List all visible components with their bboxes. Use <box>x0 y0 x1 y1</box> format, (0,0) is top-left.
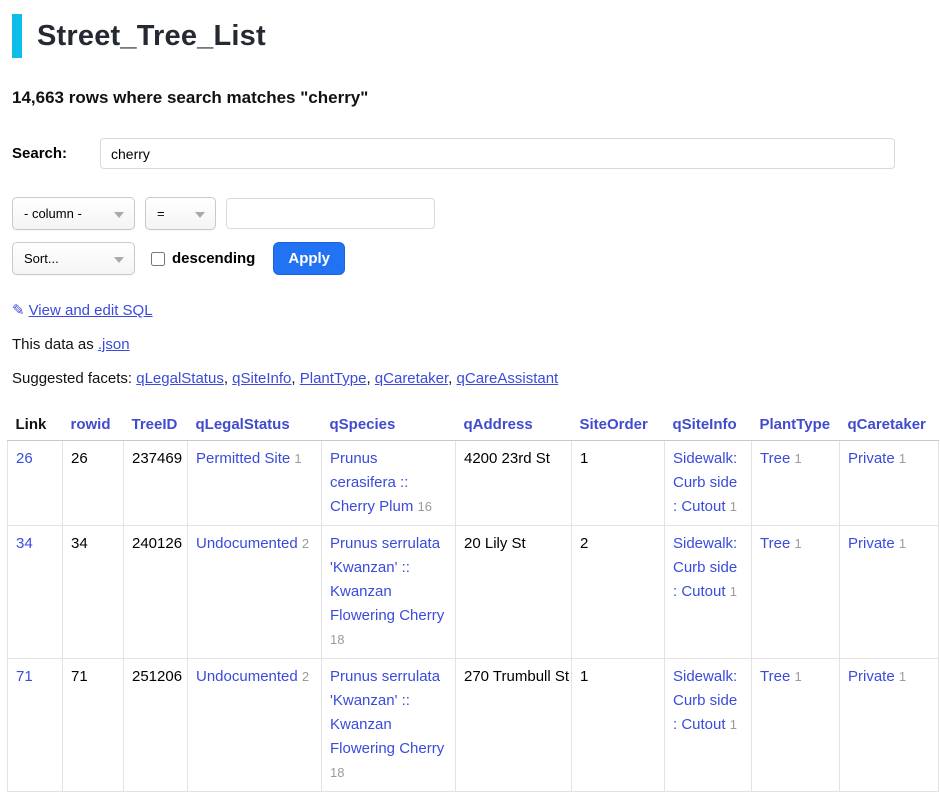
cell-siteorder: 1 <box>572 659 665 792</box>
page-header: Street_Tree_List <box>12 14 940 58</box>
results-table: Link rowid TreeID qLegalStatus qSpecies … <box>7 409 939 792</box>
facet-count: 1 <box>730 584 737 599</box>
col-header-qlegalstatus: qLegalStatus <box>188 409 322 441</box>
facet-count: 2 <box>302 536 309 551</box>
search-label: Search: <box>12 145 100 162</box>
cell-qcaretaker: Private 1 <box>840 659 939 792</box>
data-export-line: This data as .json <box>12 336 940 353</box>
row-link[interactable]: 71 <box>16 668 33 685</box>
facet-link-qcareassistant[interactable]: qCareAssistant <box>457 370 559 387</box>
cell-siteorder: 2 <box>572 526 665 659</box>
operator-select[interactable]: = <box>145 197 216 230</box>
json-link[interactable]: .json <box>98 336 130 353</box>
row-link[interactable]: 34 <box>16 535 33 552</box>
col-header-treeid: TreeID <box>124 409 188 441</box>
facet-count: 18 <box>330 765 344 780</box>
facet-count: 16 <box>418 499 432 514</box>
facet-count: 1 <box>730 717 737 732</box>
table-header-row: Link rowid TreeID qLegalStatus qSpecies … <box>8 409 939 441</box>
sql-line: ✎View and edit SQL <box>12 301 940 319</box>
row-count-summary: 14,663 rows where search matches "cherry… <box>12 88 940 108</box>
cell-link: 71 <box>8 659 63 792</box>
facet-link-qcaretaker[interactable]: qCaretaker <box>375 370 448 387</box>
col-header-qsiteinfo: qSiteInfo <box>665 409 752 441</box>
facet-count: 1 <box>899 536 906 551</box>
cell-planttype: Tree 1 <box>752 659 840 792</box>
table-row: 34 34 240126 Undocumented 2 Prunus serru… <box>8 526 939 659</box>
operator-select-value: = <box>157 206 165 221</box>
column-select-value: - column - <box>24 206 82 221</box>
accent-bar <box>12 14 22 58</box>
page-title: Street_Tree_List <box>37 20 266 53</box>
suggested-facets: Suggested facets: qLegalStatus, qSiteInf… <box>12 370 940 387</box>
cell-qaddress: 4200 23rd St <box>456 441 572 526</box>
facet-count: 2 <box>302 669 309 684</box>
cell-rowid: 34 <box>63 526 124 659</box>
cell-qsiteinfo: Sidewalk: Curb side : Cutout 1 <box>665 659 752 792</box>
cell-qspecies: Prunus serrulata 'Kwanzan' :: Kwanzan Fl… <box>322 659 456 792</box>
cell-planttype: Tree 1 <box>752 441 840 526</box>
col-header-planttype: PlantType <box>752 409 840 441</box>
chevron-down-icon <box>195 212 205 218</box>
cell-treeid: 251206 <box>124 659 188 792</box>
facet-count: 1 <box>794 669 801 684</box>
facet-count: 18 <box>330 632 344 647</box>
cell-planttype: Tree 1 <box>752 526 840 659</box>
row-link[interactable]: 26 <box>16 450 33 467</box>
col-header-qspecies: qSpecies <box>322 409 456 441</box>
cell-qspecies: Prunus cerasifera :: Cherry Plum 16 <box>322 441 456 526</box>
chevron-down-icon <box>114 212 124 218</box>
cell-link: 26 <box>8 441 63 526</box>
cell-qaddress: 20 Lily St <box>456 526 572 659</box>
col-header-rowid: rowid <box>63 409 124 441</box>
cell-qsiteinfo: Sidewalk: Curb side : Cutout 1 <box>665 441 752 526</box>
col-header-link: Link <box>8 409 63 441</box>
descending-label: descending <box>172 250 255 267</box>
search-row: Search: <box>12 138 940 169</box>
facet-count: 1 <box>899 669 906 684</box>
filter-row: - column - = <box>12 197 940 230</box>
cell-qlegalstatus: Permitted Site 1 <box>188 441 322 526</box>
facet-count: 1 <box>794 536 801 551</box>
cell-qcaretaker: Private 1 <box>840 526 939 659</box>
cell-treeid: 237469 <box>124 441 188 526</box>
cell-qsiteinfo: Sidewalk: Curb side : Cutout 1 <box>665 526 752 659</box>
cell-treeid: 240126 <box>124 526 188 659</box>
cell-siteorder: 1 <box>572 441 665 526</box>
data-as-prefix: This data as <box>12 336 98 353</box>
sort-row: Sort... descending Apply <box>12 242 940 275</box>
facets-prefix: Suggested facets: <box>12 370 136 387</box>
facet-count: 1 <box>294 451 301 466</box>
view-edit-sql-link[interactable]: View and edit SQL <box>29 302 153 319</box>
cell-qlegalstatus: Undocumented 2 <box>188 526 322 659</box>
cell-qaddress: 270 Trumbull St <box>456 659 572 792</box>
cell-qlegalstatus: Undocumented 2 <box>188 659 322 792</box>
cell-qcaretaker: Private 1 <box>840 441 939 526</box>
sort-select[interactable]: Sort... <box>12 242 135 275</box>
facet-link-planttype[interactable]: PlantType <box>300 370 367 387</box>
cell-rowid: 26 <box>63 441 124 526</box>
facet-link-qsiteinfo[interactable]: qSiteInfo <box>232 370 291 387</box>
col-header-qcaretaker: qCaretaker <box>840 409 939 441</box>
facet-count: 1 <box>730 499 737 514</box>
chevron-down-icon <box>114 257 124 263</box>
facet-count: 1 <box>794 451 801 466</box>
column-select[interactable]: - column - <box>12 197 135 230</box>
cell-link: 34 <box>8 526 63 659</box>
facet-link-qlegalstatus[interactable]: qLegalStatus <box>136 370 224 387</box>
pencil-icon: ✎ <box>12 302 25 319</box>
col-header-qaddress: qAddress <box>456 409 572 441</box>
descending-checkbox[interactable] <box>151 252 165 266</box>
sort-select-value: Sort... <box>24 251 59 266</box>
col-header-siteorder: SiteOrder <box>572 409 665 441</box>
filter-value-input[interactable] <box>226 198 435 229</box>
table-row: 71 71 251206 Undocumented 2 Prunus serru… <box>8 659 939 792</box>
search-input[interactable] <box>100 138 895 169</box>
cell-qspecies: Prunus serrulata 'Kwanzan' :: Kwanzan Fl… <box>322 526 456 659</box>
facet-count: 1 <box>899 451 906 466</box>
cell-rowid: 71 <box>63 659 124 792</box>
apply-button[interactable]: Apply <box>273 242 345 275</box>
table-row: 26 26 237469 Permitted Site 1 Prunus cer… <box>8 441 939 526</box>
